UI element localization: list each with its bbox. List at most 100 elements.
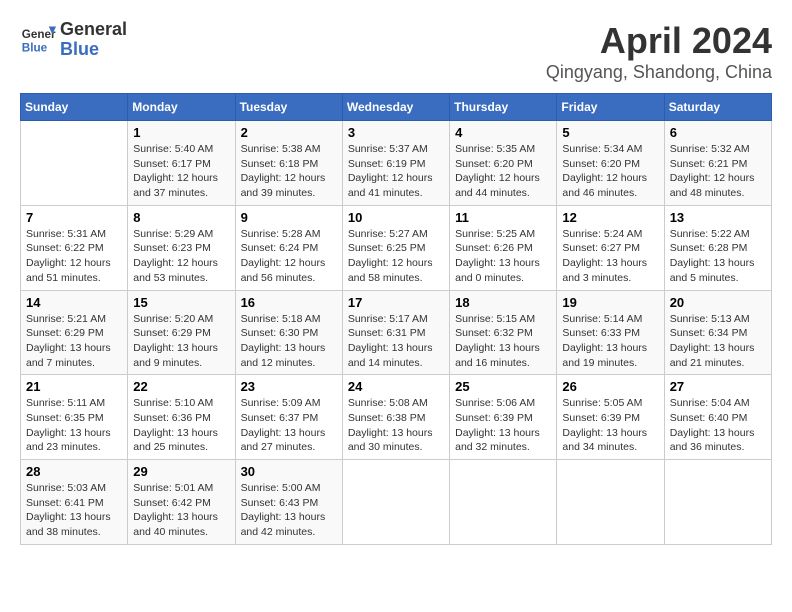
calendar-cell: 8 Sunrise: 5:29 AMSunset: 6:23 PMDaylight…	[128, 205, 235, 290]
calendar-cell: 9Sunrise: 5:28 AMSunset: 6:24 PMDaylight…	[235, 205, 342, 290]
day-info: Sunrise: 5:08 AMSunset: 6:38 PMDaylight:…	[348, 396, 444, 455]
day-number: 24	[348, 379, 444, 394]
day-number: 7	[26, 210, 122, 225]
day-info: Sunrise: 5:25 AMSunset: 6:26 PMDaylight:…	[455, 227, 551, 286]
weekday-header-tuesday: Tuesday	[235, 94, 342, 121]
calendar-cell: 23Sunrise: 5:09 AMSunset: 6:37 PMDayligh…	[235, 375, 342, 460]
day-info: Sunrise: 5:29 AMSunset: 6:23 PMDaylight:…	[133, 227, 229, 286]
calendar-cell: 16 Sunrise: 5:18 AMSunset: 6:30 PMDayligh…	[235, 290, 342, 375]
day-info: Sunrise: 5:20 AMSunset: 6:29 PMDaylight:…	[133, 312, 229, 371]
day-info: Sunrise: 5:21 AMSunset: 6:29 PMDaylight:…	[26, 312, 122, 371]
day-info: Sunrise: 5:01 AMSunset: 6:42 PMDaylight:…	[133, 481, 229, 540]
calendar-cell: 10Sunrise: 5:27 AMSunset: 6:25 PMDayligh…	[342, 205, 449, 290]
calendar-cell: 20 Sunrise: 5:13 AMSunset: 6:34 PMDayligh…	[664, 290, 771, 375]
day-info: Sunrise: 5:34 AMSunset: 6:20 PMDaylight:…	[562, 142, 658, 201]
calendar-cell: 4Sunrise: 5:35 AMSunset: 6:20 PMDaylight…	[450, 121, 557, 206]
day-info: Sunrise: 5:10 AMSunset: 6:36 PMDaylight:…	[133, 396, 229, 455]
calendar-cell: 28 Sunrise: 5:03 AMSunset: 6:41 PMDayligh…	[21, 460, 128, 545]
logo: General Blue General Blue	[20, 20, 127, 60]
calendar-cell: 25 Sunrise: 5:06 AMSunset: 6:39 PMDayligh…	[450, 375, 557, 460]
calendar-cell: 19 Sunrise: 5:14 AMSunset: 6:33 PMDayligh…	[557, 290, 664, 375]
day-info: Sunrise: 5:35 AMSunset: 6:20 PMDaylight:…	[455, 142, 551, 201]
day-number: 9	[241, 210, 337, 225]
calendar-cell: 12Sunrise: 5:24 AMSunset: 6:27 PMDayligh…	[557, 205, 664, 290]
day-info: Sunrise: 5:32 AMSunset: 6:21 PMDaylight:…	[670, 142, 766, 201]
day-info: Sunrise: 5:27 AMSunset: 6:25 PMDaylight:…	[348, 227, 444, 286]
calendar-week-3: 21Sunrise: 5:11 AMSunset: 6:35 PMDayligh…	[21, 375, 772, 460]
day-number: 3	[348, 125, 444, 140]
day-number: 30	[241, 464, 337, 479]
calendar-cell: 6Sunrise: 5:32 AMSunset: 6:21 PMDaylight…	[664, 121, 771, 206]
calendar-week-2: 14 Sunrise: 5:21 AMSunset: 6:29 PMDayligh…	[21, 290, 772, 375]
day-number: 14	[26, 295, 122, 310]
calendar-cell: 18 Sunrise: 5:15 AMSunset: 6:32 PMDayligh…	[450, 290, 557, 375]
day-info: Sunrise: 5:24 AMSunset: 6:27 PMDaylight:…	[562, 227, 658, 286]
calendar-cell: 15Sunrise: 5:20 AMSunset: 6:29 PMDayligh…	[128, 290, 235, 375]
day-number: 11	[455, 210, 551, 225]
day-info: Sunrise: 5:15 AMSunset: 6:32 PMDaylight:…	[455, 312, 551, 371]
svg-text:Blue: Blue	[22, 41, 48, 54]
weekday-header-monday: Monday	[128, 94, 235, 121]
weekday-header-wednesday: Wednesday	[342, 94, 449, 121]
day-number: 29	[133, 464, 229, 479]
day-number: 28	[26, 464, 122, 479]
day-number: 16	[241, 295, 337, 310]
day-number: 21	[26, 379, 122, 394]
page-title: April 2024	[546, 20, 772, 62]
calendar-cell: 17Sunrise: 5:17 AMSunset: 6:31 PMDayligh…	[342, 290, 449, 375]
calendar-cell: 1Sunrise: 5:40 AMSunset: 6:17 PMDaylight…	[128, 121, 235, 206]
day-number: 19	[562, 295, 658, 310]
day-number: 18	[455, 295, 551, 310]
day-number: 5	[562, 125, 658, 140]
day-info: Sunrise: 5:04 AMSunset: 6:40 PMDaylight:…	[670, 396, 766, 455]
day-number: 13	[670, 210, 766, 225]
day-number: 26	[562, 379, 658, 394]
calendar-cell: 3 Sunrise: 5:37 AMSunset: 6:19 PMDaylight…	[342, 121, 449, 206]
title-area: April 2024 Qingyang, Shandong, China	[546, 20, 772, 83]
calendar-cell: 13 Sunrise: 5:22 AMSunset: 6:28 PMDayligh…	[664, 205, 771, 290]
calendar-table: SundayMondayTuesdayWednesdayThursdayFrid…	[20, 93, 772, 545]
calendar-cell: 26Sunrise: 5:05 AMSunset: 6:39 PMDayligh…	[557, 375, 664, 460]
day-info: Sunrise: 5:14 AMSunset: 6:33 PMDaylight:…	[562, 312, 658, 371]
calendar-cell: 5 Sunrise: 5:34 AMSunset: 6:20 PMDaylight…	[557, 121, 664, 206]
day-info: Sunrise: 5:06 AMSunset: 6:39 PMDaylight:…	[455, 396, 551, 455]
day-number: 22	[133, 379, 229, 394]
day-info: Sunrise: 5:18 AMSunset: 6:30 PMDaylight:…	[241, 312, 337, 371]
calendar-cell	[664, 460, 771, 545]
calendar-week-1: 7 Sunrise: 5:31 AMSunset: 6:22 PMDaylight…	[21, 205, 772, 290]
page-header: General Blue General Blue April 2024 Qin…	[20, 20, 772, 83]
day-info: Sunrise: 5:09 AMSunset: 6:37 PMDaylight:…	[241, 396, 337, 455]
day-info: Sunrise: 5:31 AMSunset: 6:22 PMDaylight:…	[26, 227, 122, 286]
calendar-cell: 2Sunrise: 5:38 AMSunset: 6:18 PMDaylight…	[235, 121, 342, 206]
calendar-cell: 27Sunrise: 5:04 AMSunset: 6:40 PMDayligh…	[664, 375, 771, 460]
day-number: 17	[348, 295, 444, 310]
day-info: Sunrise: 5:13 AMSunset: 6:34 PMDaylight:…	[670, 312, 766, 371]
calendar-cell: 21Sunrise: 5:11 AMSunset: 6:35 PMDayligh…	[21, 375, 128, 460]
day-info: Sunrise: 5:37 AMSunset: 6:19 PMDaylight:…	[348, 142, 444, 201]
weekday-header-saturday: Saturday	[664, 94, 771, 121]
calendar-cell	[557, 460, 664, 545]
calendar-cell: 30 Sunrise: 5:00 AMSunset: 6:43 PMDayligh…	[235, 460, 342, 545]
calendar-cell	[21, 121, 128, 206]
weekday-header-sunday: Sunday	[21, 94, 128, 121]
day-number: 8	[133, 210, 229, 225]
day-number: 20	[670, 295, 766, 310]
calendar-cell: 24 Sunrise: 5:08 AMSunset: 6:38 PMDayligh…	[342, 375, 449, 460]
day-info: Sunrise: 5:00 AMSunset: 6:43 PMDaylight:…	[241, 481, 337, 540]
calendar-cell: 7 Sunrise: 5:31 AMSunset: 6:22 PMDaylight…	[21, 205, 128, 290]
logo-icon: General Blue	[20, 22, 56, 58]
calendar-cell: 29 Sunrise: 5:01 AMSunset: 6:42 PMDayligh…	[128, 460, 235, 545]
logo-text: General Blue	[60, 20, 127, 60]
calendar-week-0: 1Sunrise: 5:40 AMSunset: 6:17 PMDaylight…	[21, 121, 772, 206]
calendar-week-4: 28 Sunrise: 5:03 AMSunset: 6:41 PMDayligh…	[21, 460, 772, 545]
page-subtitle: Qingyang, Shandong, China	[546, 62, 772, 83]
calendar-cell: 22 Sunrise: 5:10 AMSunset: 6:36 PMDayligh…	[128, 375, 235, 460]
weekday-header-friday: Friday	[557, 94, 664, 121]
calendar-cell: 11 Sunrise: 5:25 AMSunset: 6:26 PMDayligh…	[450, 205, 557, 290]
calendar-cell	[450, 460, 557, 545]
day-info: Sunrise: 5:40 AMSunset: 6:17 PMDaylight:…	[133, 142, 229, 201]
day-number: 25	[455, 379, 551, 394]
day-info: Sunrise: 5:03 AMSunset: 6:41 PMDaylight:…	[26, 481, 122, 540]
day-info: Sunrise: 5:22 AMSunset: 6:28 PMDaylight:…	[670, 227, 766, 286]
day-number: 2	[241, 125, 337, 140]
